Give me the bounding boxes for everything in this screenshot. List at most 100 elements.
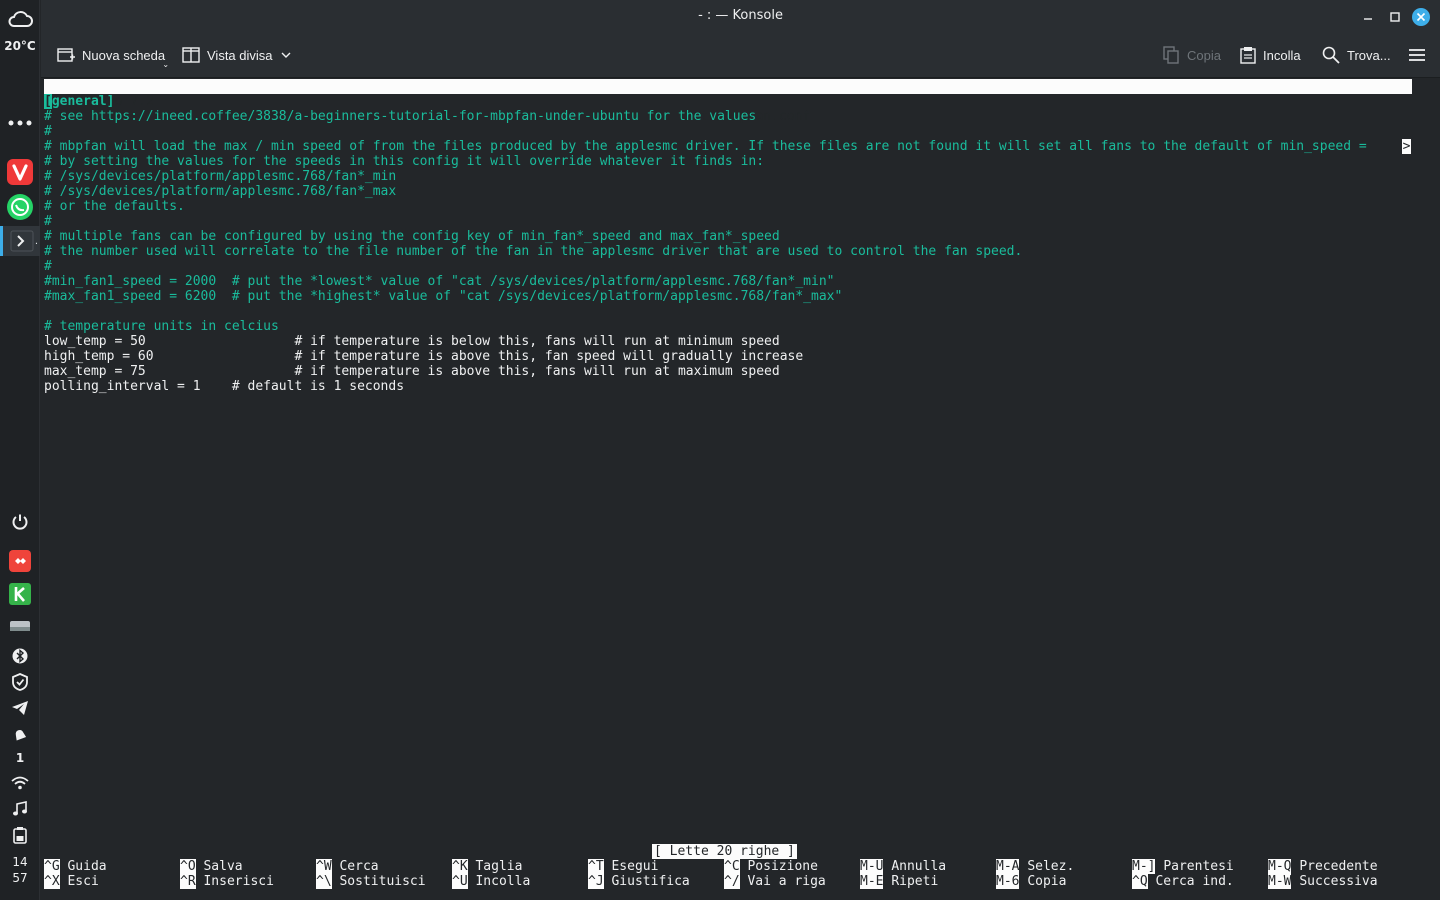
terminal-scrollbar[interactable] bbox=[1420, 78, 1440, 900]
shortcut-key: M-W bbox=[1268, 874, 1292, 889]
setting-comment: # if temperature is above this, fan spee… bbox=[294, 349, 804, 364]
chevron-down-icon[interactable] bbox=[280, 50, 292, 60]
shortcut-key: ^C bbox=[724, 859, 740, 874]
telegram-icon[interactable] bbox=[0, 698, 40, 718]
bluetooth-icon[interactable] bbox=[0, 646, 40, 666]
clock-hour[interactable]: 14 bbox=[0, 854, 40, 869]
new-tab-button[interactable]: Nuova scheda ⌄ bbox=[57, 43, 169, 69]
terminal-view[interactable]: GNU nano 7.2 /etc/mbpfan.conf [general] … bbox=[41, 78, 1440, 900]
notifications-bell-icon[interactable] bbox=[0, 725, 40, 745]
paste-button[interactable]: Incolla bbox=[1240, 43, 1301, 67]
setting-code: max_temp = 75 bbox=[44, 364, 295, 379]
close-icon bbox=[1412, 8, 1430, 26]
battery-clipboard-icon[interactable] bbox=[0, 825, 40, 845]
hamburger-menu-button[interactable] bbox=[1408, 43, 1426, 67]
file-line[interactable]: #min_fan1_speed = 2000 # put the *lowest… bbox=[44, 274, 835, 289]
vivaldi-icon[interactable] bbox=[0, 158, 40, 186]
shortcut-label: Guida bbox=[67, 859, 107, 874]
config-section-line[interactable]: [general] bbox=[44, 94, 114, 109]
shortcut-goto-line[interactable]: ^/ Vai a riga bbox=[724, 874, 826, 889]
shortcut-next[interactable]: M-W Successiva bbox=[1268, 874, 1378, 889]
section-name: general] bbox=[51, 94, 115, 109]
shortcut-key: ^O bbox=[180, 859, 196, 874]
shortcut-bracket[interactable]: M-] Parentesi bbox=[1132, 859, 1234, 874]
setting-line-polling-interval[interactable]: polling_interval = 1 # default is 1 seco… bbox=[44, 379, 404, 394]
maximize-button[interactable] bbox=[1386, 8, 1404, 26]
shortcut-label: Incolla bbox=[475, 874, 531, 889]
shortcut-label: Giustifica bbox=[611, 874, 690, 889]
shortcut-justify[interactable]: ^J Giustifica bbox=[588, 874, 690, 889]
music-note-icon[interactable] bbox=[0, 799, 40, 819]
left-panel: 20°C . 1 14 57 bbox=[0, 0, 40, 900]
setting-line-max-temp[interactable]: max_temp = 75 # if temperature is above … bbox=[44, 364, 780, 379]
weather-cloud-icon[interactable] bbox=[0, 6, 40, 32]
shortcut-save[interactable]: ^O Salva bbox=[180, 859, 243, 874]
find-button[interactable]: Trova... bbox=[1322, 43, 1391, 67]
file-line[interactable]: # or the defaults. bbox=[44, 199, 185, 214]
file-line[interactable]: # bbox=[44, 124, 52, 139]
nano-title-bar: GNU nano 7.2 /etc/mbpfan.conf bbox=[44, 79, 1412, 124]
disk-drive-icon[interactable] bbox=[0, 616, 40, 636]
file-line[interactable]: #max_fan1_speed = 6200 # put the *highes… bbox=[44, 289, 842, 304]
shortcut-label: Ripeti bbox=[891, 874, 939, 889]
close-button[interactable] bbox=[1412, 8, 1430, 26]
file-line[interactable]: # multiple fans can be configured by usi… bbox=[44, 229, 780, 244]
setting-code: high_temp = 60 bbox=[44, 349, 295, 364]
wifi-icon[interactable] bbox=[0, 773, 40, 793]
split-view-button[interactable]: Vista divisa bbox=[182, 43, 292, 67]
shortcut-previous[interactable]: M-Q Precedente bbox=[1268, 859, 1378, 874]
minimize-button[interactable] bbox=[1359, 8, 1377, 26]
konsole-task-entry[interactable]: . bbox=[0, 226, 40, 256]
shortcut-insert[interactable]: ^R Inserisci bbox=[180, 874, 274, 889]
file-line[interactable]: # bbox=[44, 214, 52, 229]
setting-code: low_temp = 50 bbox=[44, 334, 295, 349]
shortcut-search[interactable]: ^W Cerca bbox=[316, 859, 379, 874]
shortcut-label: Esegui bbox=[611, 859, 659, 874]
anydesk-icon[interactable] bbox=[0, 549, 40, 573]
file-line[interactable]: # /sys/devices/platform/applesmc.768/fan… bbox=[44, 184, 396, 199]
shortcut-label: Inserisci bbox=[203, 874, 274, 889]
setting-line-high-temp[interactable]: high_temp = 60 # if temperature is above… bbox=[44, 349, 803, 364]
file-line[interactable]: # /sys/devices/platform/applesmc.768/fan… bbox=[44, 169, 396, 184]
paste-icon bbox=[1240, 47, 1256, 64]
shortcut-exit[interactable]: ^X Esci bbox=[44, 874, 99, 889]
file-line[interactable]: # temperature units in celcius bbox=[44, 319, 279, 334]
shortcut-label: Cerca ind. bbox=[1155, 874, 1234, 889]
setting-line-low-temp[interactable]: low_temp = 50 # if temperature is below … bbox=[44, 334, 780, 349]
shortcut-key: M-A bbox=[996, 859, 1020, 874]
more-apps-icon[interactable] bbox=[0, 114, 40, 132]
file-line[interactable]: # by setting the values for the speeds i… bbox=[44, 154, 764, 169]
shortcut-key: ^K bbox=[452, 859, 468, 874]
security-shield-icon[interactable] bbox=[0, 672, 40, 692]
whatsapp-icon[interactable] bbox=[0, 192, 40, 222]
setting-code: polling_interval = 1 bbox=[44, 379, 232, 394]
shortcut-mark[interactable]: M-A Selez. bbox=[996, 859, 1074, 874]
file-line[interactable]: # bbox=[44, 259, 52, 274]
shortcut-execute[interactable]: ^T Esegui bbox=[588, 859, 658, 874]
shortcut-paste[interactable]: ^U Incolla bbox=[452, 874, 530, 889]
setting-comment: # if temperature is above this, fans wil… bbox=[294, 364, 780, 379]
file-line[interactable]: # mbpfan will load the max / min speed o… bbox=[44, 139, 1400, 154]
clock-minute[interactable]: 57 bbox=[0, 870, 40, 885]
copy-button[interactable]: Copia bbox=[1162, 43, 1221, 67]
kdeconnect-icon[interactable] bbox=[0, 582, 40, 606]
shortcut-help[interactable]: ^G Guida bbox=[44, 859, 107, 874]
new-tab-menu-indicator: ⌄ bbox=[162, 60, 170, 69]
shortcut-replace[interactable]: ^\ Sostituisci bbox=[316, 874, 426, 889]
copy-icon bbox=[1163, 46, 1179, 64]
shortcut-key: M-6 bbox=[996, 874, 1020, 889]
shortcut-location[interactable]: ^C Posizione bbox=[724, 859, 818, 874]
shortcut-undo[interactable]: M-U Annulla bbox=[860, 859, 946, 874]
file-line[interactable]: # see https://ineed.coffee/3838/a-beginn… bbox=[44, 109, 756, 124]
shortcut-key: ^R bbox=[180, 874, 196, 889]
shortcut-cut[interactable]: ^K Taglia bbox=[452, 859, 522, 874]
file-line[interactable]: # the number used will correlate to the … bbox=[44, 244, 1022, 259]
shortcut-copy[interactable]: M-6 Copia bbox=[996, 874, 1066, 889]
shortcut-redo[interactable]: M-E Ripeti bbox=[860, 874, 938, 889]
title-bar[interactable]: - : — Konsole bbox=[41, 0, 1440, 33]
task-entry-label: . bbox=[34, 236, 38, 247]
shortcut-label: Successiva bbox=[1299, 874, 1378, 889]
power-icon[interactable] bbox=[0, 512, 40, 532]
paste-label: Incolla bbox=[1263, 47, 1301, 63]
shortcut-search-backward[interactable]: ^Q Cerca ind. bbox=[1132, 874, 1234, 889]
